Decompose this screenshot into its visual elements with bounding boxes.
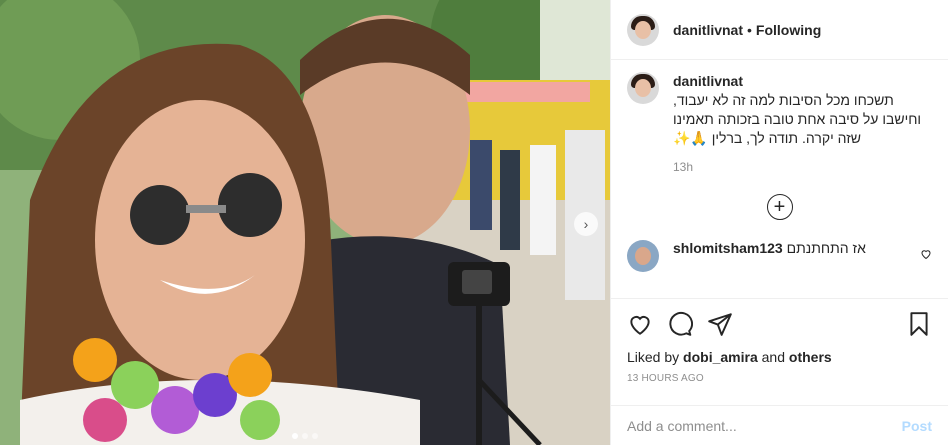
comment-like-heart-icon[interactable]	[920, 248, 932, 260]
action-icons	[627, 311, 932, 337]
caption-text: תשכחו מכל הסיבות למה זה לא יעבוד, וחישבו…	[673, 92, 922, 146]
likes-summary: Liked by dobi_amira and others	[627, 349, 932, 365]
slide-dot	[302, 433, 308, 439]
liked-by-others-link[interactable]: others	[789, 349, 832, 365]
caption-time[interactable]: 13h	[673, 160, 932, 174]
post-sidebar: danitlivnat • Following danitlivnat תשכח…	[610, 0, 948, 445]
caption: danitlivnat תשכחו מכל הסיבות למה זה לא י…	[627, 72, 932, 148]
liked-by-user-link[interactable]: dobi_amira	[683, 349, 758, 365]
comment-text: אז התחתנתם	[786, 240, 866, 256]
post-timestamp[interactable]: 13 HOURS AGO	[627, 373, 932, 384]
following-button[interactable]: Following	[756, 22, 821, 38]
post-comment-button[interactable]: Post	[902, 418, 932, 434]
comment-avatar[interactable]	[627, 240, 659, 272]
comment-item: shlomitsham123 אז התחתנתם	[627, 240, 932, 272]
share-paper-plane-icon[interactable]	[707, 311, 733, 337]
add-comment-input[interactable]	[627, 417, 902, 434]
next-slide-button[interactable]: ›	[574, 212, 598, 236]
comments-section[interactable]: danitlivnat תשכחו מכל הסיבות למה זה לא י…	[611, 72, 948, 298]
slide-dot	[312, 433, 318, 439]
liked-by-prefix: Liked by	[627, 349, 684, 365]
add-comment-bar: Post	[611, 405, 948, 445]
save-bookmark-icon[interactable]	[906, 311, 932, 337]
load-more-comments-button[interactable]: +	[766, 194, 793, 220]
header-username[interactable]: danitlivnat	[673, 22, 743, 38]
instagram-post: › danitlivnat • Following danitlivnat תש…	[0, 0, 948, 445]
photo-illustration	[0, 0, 610, 445]
post-photo[interactable]: ›	[0, 0, 610, 445]
header-separator: •	[747, 21, 752, 38]
post-actions: Liked by dobi_amira and others 13 HOURS …	[611, 298, 948, 384]
comment-bubble-icon[interactable]	[667, 311, 693, 337]
slide-indicator	[0, 433, 610, 439]
post-header: danitlivnat • Following	[611, 0, 948, 60]
like-heart-icon[interactable]	[627, 311, 653, 337]
caption-username[interactable]: danitlivnat	[673, 73, 743, 89]
liked-by-and: and	[757, 349, 789, 365]
slide-dot-active	[292, 433, 298, 439]
avatar[interactable]	[627, 13, 659, 46]
comment-username[interactable]: shlomitsham123	[673, 240, 783, 256]
caption-avatar[interactable]	[627, 72, 659, 104]
